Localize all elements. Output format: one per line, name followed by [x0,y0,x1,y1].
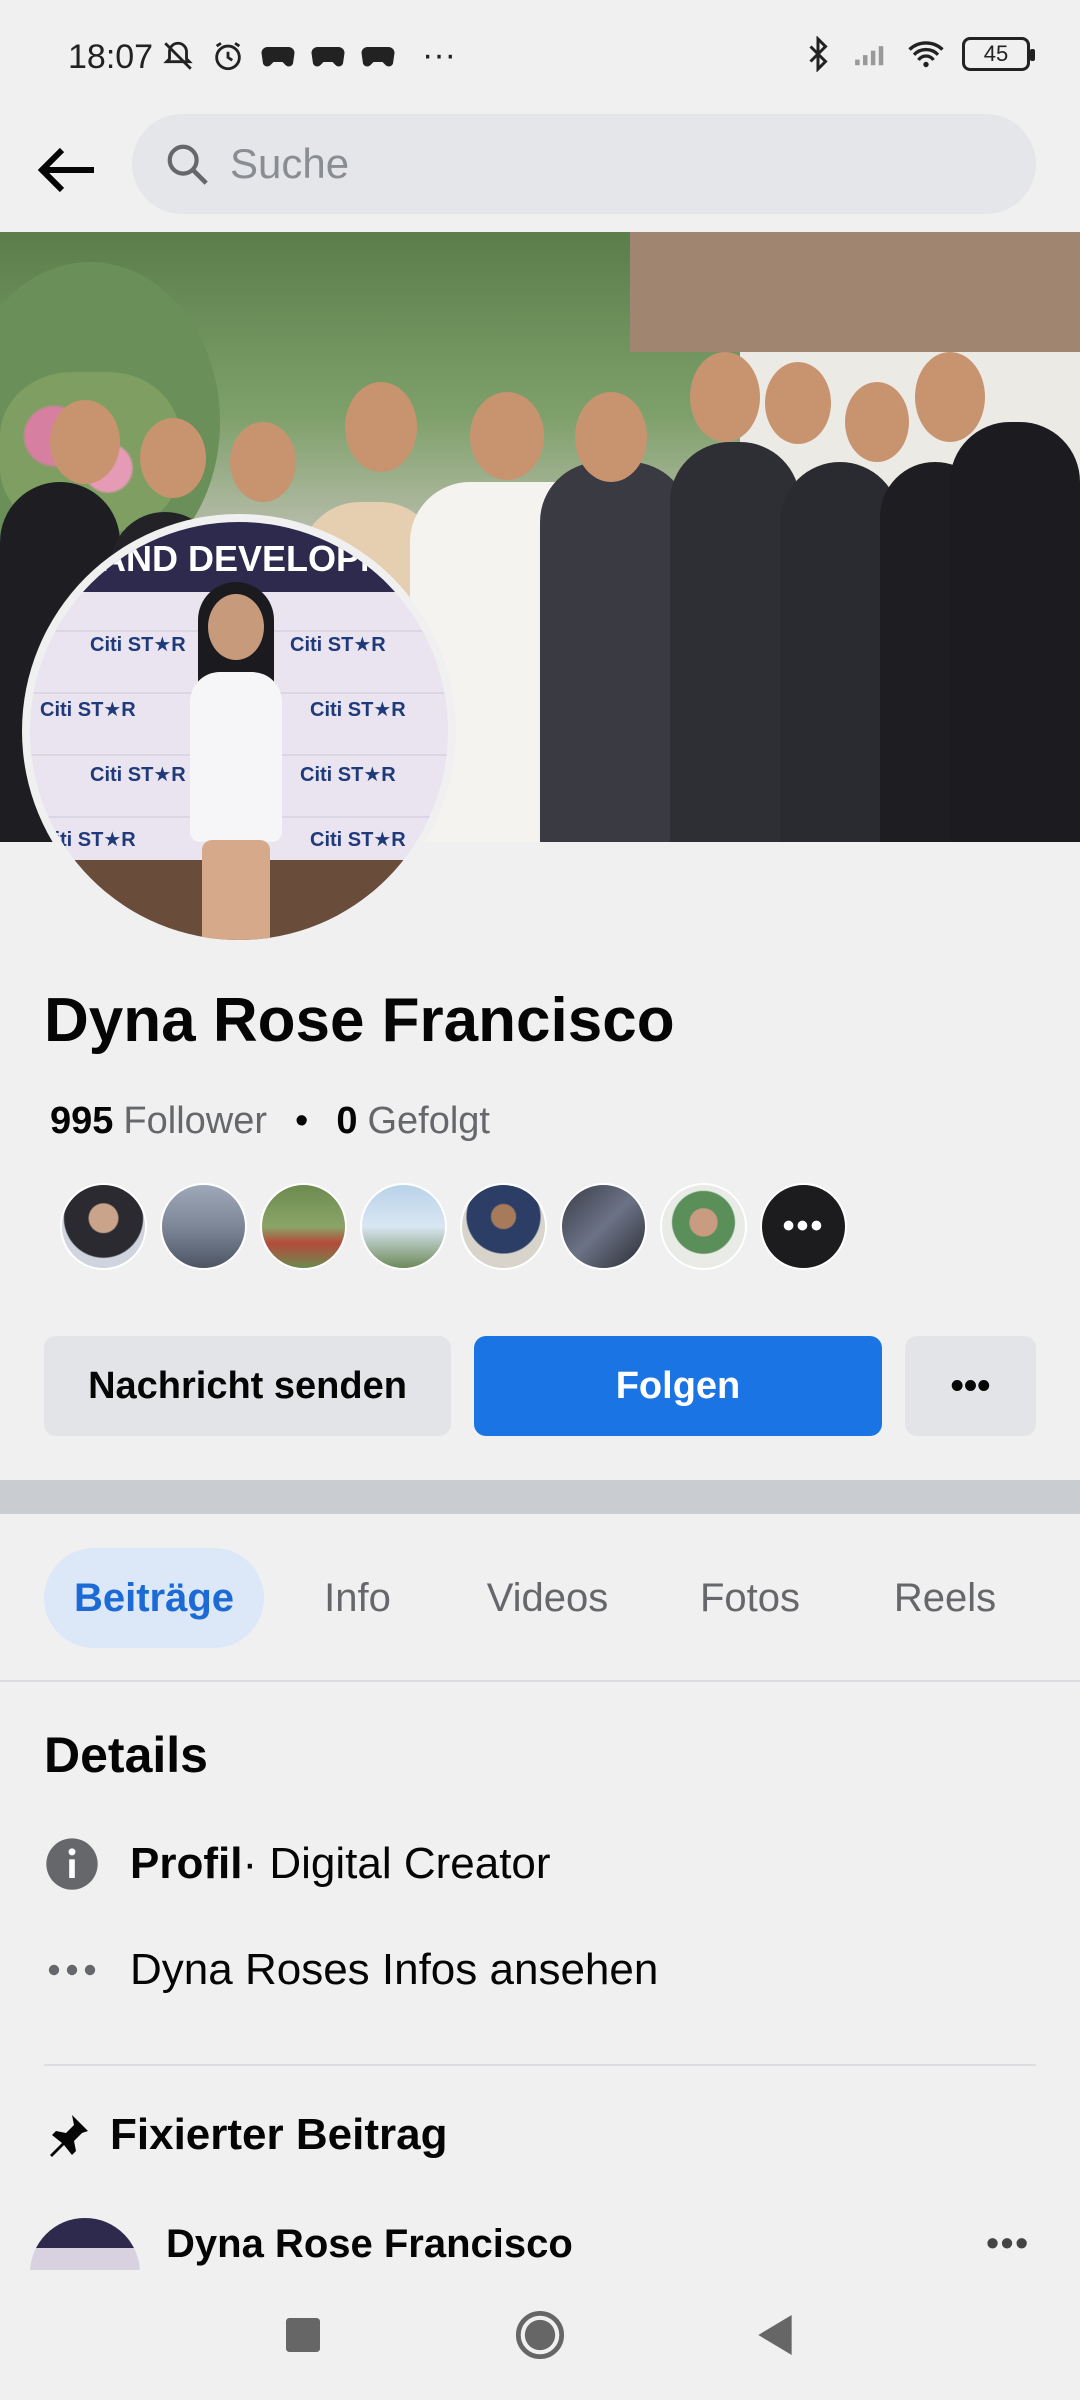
post-author-avatar[interactable] [30,2218,140,2270]
post-author-name[interactable]: Dyna Rose Francisco [166,2222,573,2267]
search-input[interactable]: Suche [132,114,1036,214]
tab-photos[interactable]: Fotos [670,1548,830,1648]
gamepad-icon [360,38,396,74]
more-options-button[interactable]: ••• [905,1336,1036,1436]
post-header: Dyna Rose Francisco ••• [30,2218,1050,2270]
profile-name: Dyna Rose Francisco [44,986,675,1055]
following-count[interactable]: 0 [336,1100,357,1143]
search-placeholder: Suche [230,140,350,187]
status-bar: 18:07 ··· 45 [0,0,1080,110]
divider [44,2064,1036,2066]
back-button[interactable] [30,132,106,208]
follow-stats: 995 Follower • 0 Gefolgt [50,1100,490,1143]
details-heading: Details [44,1727,208,1783]
more-friends-button[interactable]: ••• [760,1183,847,1270]
friend-avatar[interactable] [60,1183,147,1270]
gamepad-icon [260,38,296,74]
friend-avatar[interactable] [260,1183,347,1270]
friend-avatar[interactable] [660,1183,747,1270]
stats-separator: • [295,1100,309,1142]
following-label[interactable]: Gefolgt [367,1100,490,1143]
friends-row: ••• [60,1183,847,1270]
system-nav-bar [0,2270,1080,2400]
see-infos-label: Dyna Roses Infos ansehen [130,1945,659,1994]
profile-tabs: Beiträge Info Videos Fotos Reels [0,1514,1080,1682]
alarm-icon [210,38,246,74]
pinned-post-title: Fixierter Beitrag [110,2110,448,2159]
post-more-button[interactable]: ••• [986,2222,1030,2264]
section-separator [0,1480,1080,1514]
bluetooth-icon [800,36,836,72]
arrow-left-icon [38,147,94,193]
detail-profile-type: Profil · Digital Creator [44,1836,551,1892]
tab-reels[interactable]: Reels [870,1548,1020,1648]
more-dots-icon [44,1942,100,1998]
recents-button[interactable] [268,2300,338,2370]
send-message-button[interactable]: Nachricht senden [44,1336,451,1436]
gamepad-icon [310,38,346,74]
friend-avatar[interactable] [160,1183,247,1270]
battery-icon: 45 [962,37,1035,71]
profile-category: · Digital Creator [242,1839,551,1888]
status-more-icon: ··· [422,36,456,74]
friend-avatar[interactable] [360,1183,447,1270]
avatar-logo-text: Citi ST★R [90,634,186,656]
follow-button[interactable]: Folgen [474,1336,882,1436]
info-icon [44,1836,100,1892]
pin-icon [50,2115,88,2157]
status-icons-right: 45 [800,36,1035,72]
friend-avatar[interactable] [460,1183,547,1270]
status-icons-left: ··· [160,36,456,75]
profile-label: Profil [130,1839,243,1888]
mute-bell-icon [160,38,196,74]
followers-label[interactable]: Follower [123,1100,267,1143]
status-time: 18:07 [68,38,154,76]
followers-count[interactable]: 995 [50,1100,113,1143]
circle-icon [515,2310,565,2360]
signal-icon [854,36,890,72]
tab-info[interactable]: Info [290,1548,425,1648]
tab-videos[interactable]: Videos [460,1548,635,1648]
profile-avatar[interactable]: AND DEVELOPM Citi ST★R Citi ST★R Citi ST… [22,514,456,948]
top-bar: Suche [0,110,1080,230]
tab-posts[interactable]: Beiträge [44,1548,264,1648]
see-infos-link[interactable]: Dyna Roses Infos ansehen [44,1942,658,1998]
wifi-icon [908,36,944,72]
avatar-banner-text: AND DEVELOPM [100,538,391,579]
home-button[interactable] [505,2300,575,2370]
square-icon [286,2318,320,2352]
search-icon [167,144,208,185]
friend-avatar[interactable] [560,1183,647,1270]
triangle-back-icon [758,2315,792,2355]
pinned-post-heading: Fixierter Beitrag [44,2110,447,2160]
back-nav-button[interactable] [740,2300,810,2370]
